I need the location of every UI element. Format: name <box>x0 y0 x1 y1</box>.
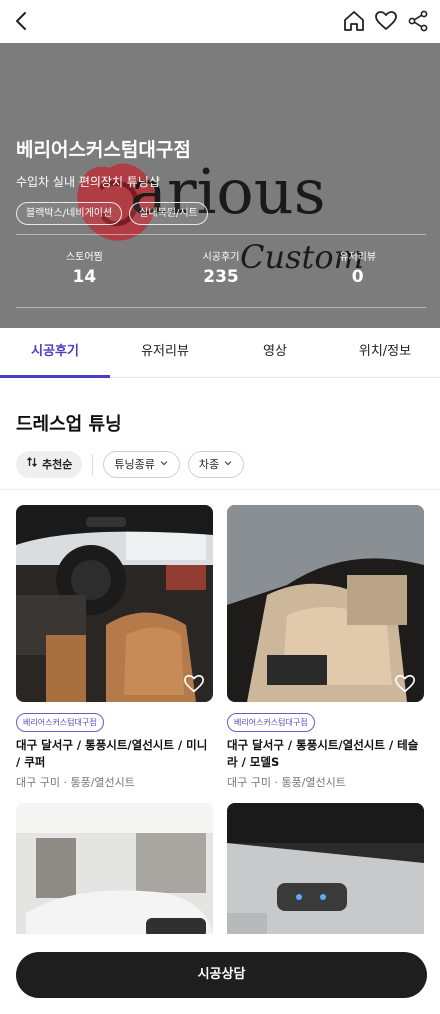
chevron-left-icon[interactable] <box>12 10 32 32</box>
chevron-down-icon <box>159 452 169 477</box>
favorite-heart-icon[interactable] <box>183 673 205 695</box>
heart-icon[interactable] <box>374 9 398 33</box>
header-actions <box>342 9 430 33</box>
tab-video[interactable]: 영상 <box>220 328 330 377</box>
review-card[interactable]: 베리어스커스텀대구점 대구 달서구 / 통풍시트/열선시트 / 미니 / 쿠퍼 … <box>16 505 213 790</box>
chevron-down-icon <box>223 452 233 477</box>
store-tag: 블랙박스/네비게이션 <box>16 202 123 225</box>
divider <box>0 489 440 490</box>
stat-user-reviews[interactable]: 유저리뷰 0 <box>289 248 426 287</box>
sort-label: 추천순 <box>42 458 73 471</box>
store-tags: 블랙박스/네비게이션 실내복원/시트 <box>16 202 208 225</box>
consult-button[interactable]: 시공상담 <box>16 952 427 998</box>
sort-button[interactable]: 추천순 <box>16 451 83 478</box>
tab-build-reviews[interactable]: 시공후기 <box>0 328 110 378</box>
sort-icon <box>26 451 38 478</box>
section-title: 드레스업 튜닝 <box>16 414 122 435</box>
review-card[interactable]: 베리어스커스텀대구점 대구 달서구 / 통풍시트/열선시트 / 테슬라 / 모델… <box>227 505 424 790</box>
review-meta: 대구 구미 · 통풍/열선시트 <box>227 776 346 789</box>
divider <box>92 453 94 476</box>
store-tag: 실내복원/시트 <box>129 202 208 225</box>
store-description: 수입차 실내 편의장치 튜닝샵 <box>16 175 160 189</box>
store-hero: arious Custom 베리어스커스텀대구점 수입차 실내 편의장치 튜닝샵… <box>0 43 440 328</box>
filter-bar: 추천순 튜닝종류 차종 <box>16 451 245 478</box>
review-photo[interactable] <box>16 505 213 702</box>
tab-user-reviews[interactable]: 유저리뷰 <box>110 328 220 377</box>
store-name: 베리어스커스텀대구점 <box>16 139 191 161</box>
divider <box>16 234 426 235</box>
review-title[interactable]: 대구 달서구 / 통풍시트/열선시트 / 미니 / 쿠퍼 <box>16 737 213 771</box>
filter-car-model[interactable]: 차종 <box>187 451 245 478</box>
stat-favorites[interactable]: 스토어찜 14 <box>16 248 153 287</box>
shop-badge: 베리어스커스텀대구점 <box>227 713 315 732</box>
bottom-cta-area: 시공상담 <box>0 934 440 1014</box>
favorite-heart-icon[interactable] <box>394 673 416 695</box>
tab-location-info[interactable]: 위치/정보 <box>330 328 440 377</box>
share-icon[interactable] <box>406 9 430 33</box>
divider <box>16 307 426 308</box>
top-bar <box>0 0 440 43</box>
review-meta: 대구 구미 · 통풍/열선시트 <box>16 776 135 789</box>
filter-tuning-type[interactable]: 튜닝종류 <box>103 451 180 478</box>
tab-bar: 시공후기 유저리뷰 영상 위치/정보 <box>0 328 440 378</box>
review-title[interactable]: 대구 달서구 / 통풍시트/열선시트 / 테슬라 / 모델S <box>227 737 424 771</box>
stat-build-reviews[interactable]: 시공후기 235 <box>153 248 290 287</box>
review-photo[interactable] <box>227 505 424 702</box>
shop-badge: 베리어스커스텀대구점 <box>16 713 104 732</box>
store-stats: 스토어찜 14 시공후기 235 유저리뷰 0 <box>16 248 426 287</box>
home-icon[interactable] <box>342 9 366 33</box>
